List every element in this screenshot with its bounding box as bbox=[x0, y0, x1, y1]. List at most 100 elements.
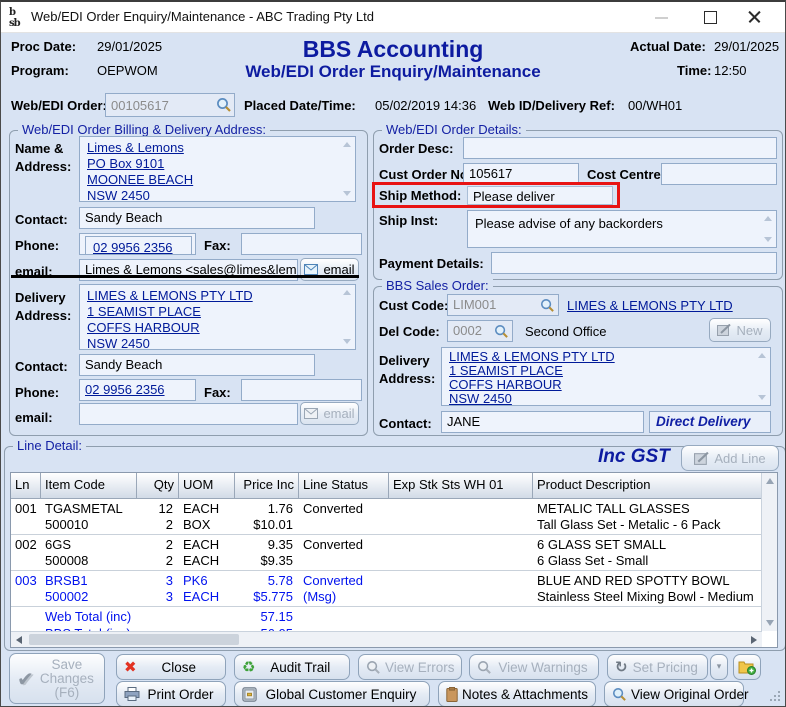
col-header-qty[interactable]: Qty bbox=[137, 473, 179, 498]
app-logo-icon: bsb bbox=[9, 7, 20, 29]
magnifier-icon bbox=[366, 660, 381, 675]
close-window-button[interactable] bbox=[733, 2, 777, 31]
sales-delivery-line[interactable]: NSW 2450 bbox=[449, 392, 752, 406]
scroll-up-icon[interactable] bbox=[343, 142, 351, 147]
sales-contact-label: Contact: bbox=[379, 416, 432, 431]
audit-trail-button[interactable]: ♻ Audit Trail bbox=[234, 654, 350, 680]
delivery-address-label: Delivery Address: bbox=[15, 289, 79, 325]
delivery-phone-link[interactable]: 02 9956 2356 bbox=[85, 382, 165, 397]
ship-method-input[interactable]: Please deliver bbox=[467, 186, 613, 205]
scroll-down-icon[interactable] bbox=[758, 395, 766, 400]
billing-address-line[interactable]: PO Box 9101 bbox=[87, 156, 337, 172]
delivery-contact-input[interactable]: Sandy Beach bbox=[79, 354, 315, 376]
scroll-down-icon[interactable] bbox=[343, 339, 351, 344]
delivery-address-line[interactable]: 1 SEAMIST PLACE bbox=[87, 304, 337, 320]
scroll-up-icon[interactable] bbox=[758, 353, 766, 358]
order-desc-input[interactable] bbox=[463, 137, 777, 159]
search-icon[interactable] bbox=[216, 97, 231, 112]
minimize-icon bbox=[655, 17, 668, 19]
col-header-exp-stk[interactable]: Exp Stk Sts WH 01 bbox=[389, 473, 533, 498]
billing-address-line[interactable]: MOONEE BEACH bbox=[87, 172, 337, 188]
payment-details-input[interactable] bbox=[491, 252, 777, 274]
delivery-phone-input[interactable]: 02 9956 2356 bbox=[79, 379, 196, 401]
global-customer-enquiry-button[interactable]: Global Customer Enquiry bbox=[234, 681, 430, 707]
scroll-left-icon[interactable] bbox=[16, 636, 22, 644]
ship-inst-box[interactable]: Please advise of any backorders bbox=[467, 210, 777, 248]
view-original-order-button[interactable]: View Original Order bbox=[604, 681, 744, 707]
set-pricing-dropdown[interactable]: ▾ bbox=[710, 654, 728, 680]
web-edi-order-input[interactable]: 00105617 bbox=[105, 93, 235, 117]
edit-note-icon bbox=[694, 452, 709, 465]
scroll-right-icon[interactable] bbox=[751, 636, 757, 644]
billing-contact-label: Contact: bbox=[15, 212, 68, 227]
maximize-button[interactable] bbox=[689, 2, 733, 31]
edit-note-icon bbox=[717, 324, 731, 336]
billing-address-line[interactable]: NSW 2450 bbox=[87, 188, 337, 202]
scroll-up-icon[interactable] bbox=[764, 216, 772, 221]
time-value: 12:50 bbox=[714, 63, 747, 78]
sales-delivery-line[interactable]: COFFS HARBOUR bbox=[449, 378, 752, 392]
ship-inst-label: Ship Inst: bbox=[379, 213, 438, 228]
billing-address-line[interactable]: Limes & Lemons bbox=[87, 140, 337, 156]
scroll-up-icon[interactable] bbox=[766, 478, 774, 484]
billing-phone-label: Phone: bbox=[15, 238, 59, 253]
del-code-input[interactable]: 0002 bbox=[447, 320, 513, 342]
set-pricing-button: ↻ Set Pricing bbox=[607, 654, 708, 680]
magnifier-icon bbox=[477, 660, 492, 675]
horizontal-scrollbar[interactable] bbox=[11, 631, 762, 647]
close-button[interactable]: ✖ Close bbox=[116, 654, 226, 680]
print-order-button[interactable]: Print Order bbox=[116, 681, 226, 707]
add-line-button: Add Line bbox=[681, 445, 779, 471]
cust-name-link[interactable]: LIMES & LEMONS PTY LTD bbox=[567, 298, 733, 314]
billing-fax-input[interactable] bbox=[241, 233, 362, 255]
sales-delivery-address-label: Delivery Address: bbox=[379, 352, 443, 388]
delivery-address-line[interactable]: COFFS HARBOUR bbox=[87, 320, 337, 336]
window-title: Web/EDI Order Enquiry/Maintenance - ABC … bbox=[31, 9, 374, 24]
inc-gst-flag: Inc GST bbox=[598, 446, 670, 468]
delivery-address-line[interactable]: NSW 2450 bbox=[87, 336, 337, 350]
sales-delivery-line[interactable]: 1 SEAMIST PLACE bbox=[449, 364, 752, 378]
scroll-up-icon[interactable] bbox=[343, 290, 351, 295]
table-row[interactable]: 001 TGASMETAL 12 EACH 1.76 Converted MET… bbox=[11, 499, 762, 535]
billing-contact-input[interactable]: Sandy Beach bbox=[79, 207, 315, 229]
billing-address-box[interactable]: Limes & Lemons PO Box 9101 MOONEE BEACH … bbox=[79, 136, 356, 202]
search-icon[interactable] bbox=[494, 324, 509, 339]
col-header-uom[interactable]: UOM bbox=[179, 473, 235, 498]
col-header-price-inc[interactable]: Price Inc bbox=[235, 473, 299, 498]
delivery-email-input[interactable] bbox=[79, 403, 298, 425]
billing-group-title: Web/EDI Order Billing & Delivery Address… bbox=[18, 122, 270, 137]
save-changes-button: ✔ Save Changes (F6) bbox=[9, 653, 105, 704]
sales-delivery-address-box[interactable]: LIMES & LEMONS PTY LTD 1 SEAMIST PLACE C… bbox=[441, 347, 771, 406]
col-header-line-status[interactable]: Line Status bbox=[299, 473, 389, 498]
billing-phone-input[interactable]: 02 9956 2356 bbox=[79, 233, 196, 255]
table-row[interactable]: 003 BRSB1 3 PK6 5.78 Converted BLUE AND … bbox=[11, 571, 762, 607]
scroll-down-icon[interactable] bbox=[343, 191, 351, 196]
del-code-label: Del Code: bbox=[379, 324, 440, 339]
notes-attachments-button[interactable]: Notes & Attachments bbox=[438, 681, 596, 707]
actual-date-label: Actual Date: bbox=[630, 39, 706, 54]
billing-phone-link[interactable]: 02 9956 2356 bbox=[85, 236, 192, 255]
sales-delivery-line[interactable]: LIMES & LEMONS PTY LTD bbox=[449, 350, 752, 364]
search-icon[interactable] bbox=[540, 298, 555, 313]
vertical-scrollbar[interactable] bbox=[761, 473, 777, 631]
sales-contact-input[interactable]: JANE bbox=[441, 411, 644, 433]
col-header-product-desc[interactable]: Product Description bbox=[533, 473, 762, 498]
resize-grip[interactable] bbox=[778, 699, 780, 701]
delivery-contact-label: Contact: bbox=[15, 359, 68, 374]
delivery-address-box[interactable]: LIMES & LEMONS PTY LTD 1 SEAMIST PLACE C… bbox=[79, 284, 356, 350]
open-folder-button[interactable] bbox=[733, 654, 761, 680]
cost-centre-input[interactable] bbox=[661, 163, 777, 185]
scrollbar-thumb[interactable] bbox=[29, 634, 239, 645]
delivery-address-line[interactable]: LIMES & LEMONS PTY LTD bbox=[87, 288, 337, 304]
delivery-fax-input[interactable] bbox=[241, 379, 362, 401]
scroll-down-icon[interactable] bbox=[766, 620, 774, 626]
col-header-ln[interactable]: Ln bbox=[11, 473, 41, 498]
cust-code-input[interactable]: LIM001 bbox=[447, 294, 559, 316]
billing-delivery-divider bbox=[11, 275, 359, 278]
minimize-button bbox=[641, 2, 685, 31]
scroll-down-icon[interactable] bbox=[764, 237, 772, 242]
total-row: BBS Total (inc) 56.05 bbox=[11, 624, 762, 631]
table-row[interactable]: 002 6GS 2 EACH 9.35 Converted 6 GLASS SE… bbox=[11, 535, 762, 571]
actual-date-value: 29/01/2025 bbox=[714, 39, 779, 54]
col-header-item-code[interactable]: Item Code bbox=[41, 473, 137, 498]
